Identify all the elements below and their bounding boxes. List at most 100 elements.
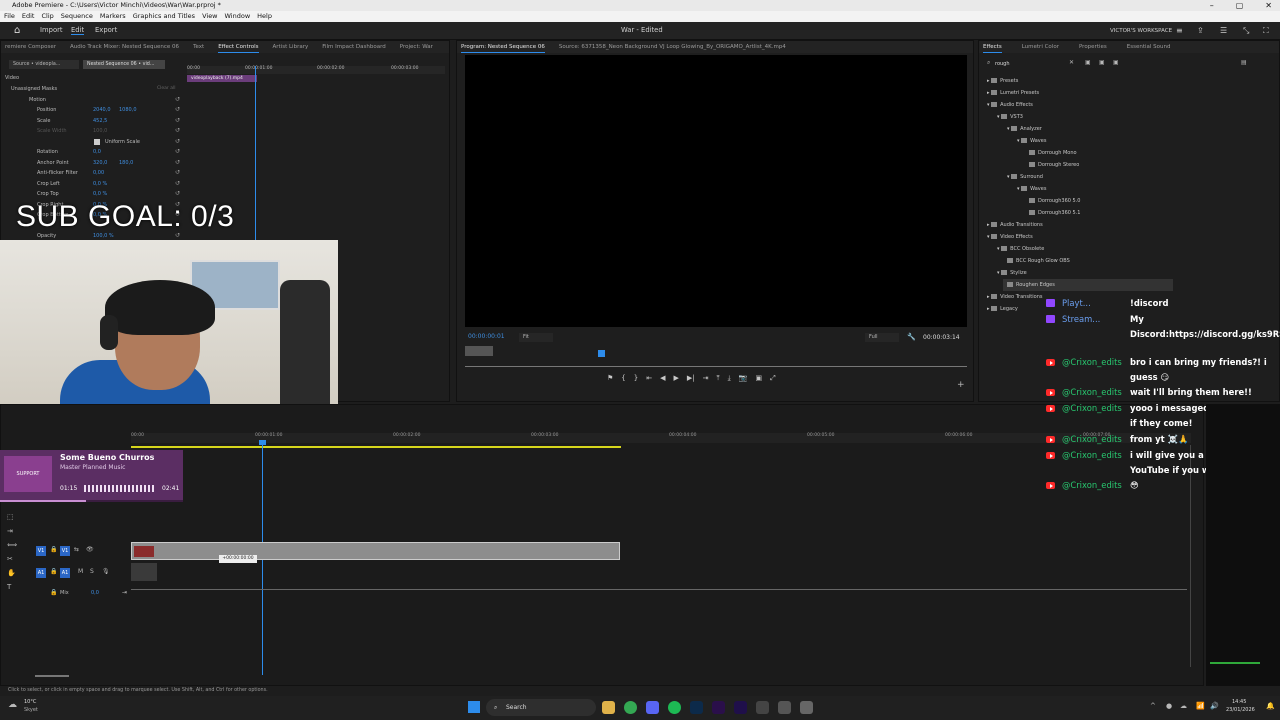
- playhead-handle[interactable]: [259, 440, 266, 445]
- mute-icon[interactable]: M: [78, 568, 83, 575]
- prop-value[interactable]: 320,0: [93, 158, 107, 168]
- zoom-scrollbar[interactable]: [35, 675, 69, 677]
- program-playhead[interactable]: [598, 350, 605, 357]
- track-target-a1[interactable]: A1: [36, 568, 46, 578]
- clear-all-button[interactable]: Clear all: [157, 86, 175, 91]
- quality-dropdown[interactable]: Full: [865, 333, 899, 342]
- step-forward-icon[interactable]: ▶|: [687, 374, 695, 383]
- yuv-icon[interactable]: ▣: [1113, 59, 1119, 66]
- prop-value[interactable]: 1080,0: [119, 105, 137, 115]
- sequence-selector[interactable]: Nested Sequence 06 • vid...: [83, 60, 165, 69]
- tab-source[interactable]: Source: 6371358_Neon Background VJ Loop …: [559, 41, 786, 53]
- tree-item-vst3[interactable]: ▾ VST3: [997, 111, 1023, 123]
- tree-item-presets[interactable]: ▸ Presets: [987, 75, 1018, 87]
- tab-artist-library[interactable]: Artist Library: [273, 41, 309, 53]
- after-effects-icon[interactable]: [734, 701, 747, 714]
- maximize-button[interactable]: ▢: [1236, 0, 1244, 11]
- prop-crop-top[interactable]: Crop Top 0,0 % ↺: [11, 189, 181, 199]
- reset-icon[interactable]: ↺: [175, 158, 180, 168]
- workspaces-icon[interactable]: ≡: [1176, 26, 1183, 35]
- type-tool-icon[interactable]: T: [7, 583, 17, 591]
- track-label-v1[interactable]: V1: [60, 546, 70, 556]
- tab-project[interactable]: Project: War: [400, 41, 433, 53]
- hand-tool-icon[interactable]: ✋: [7, 569, 17, 577]
- selection-tool-icon[interactable]: ⬚: [7, 513, 17, 521]
- photoshop-icon[interactable]: [690, 701, 703, 714]
- mix-value[interactable]: 0,0: [91, 590, 99, 596]
- prop-value[interactable]: 452,5: [93, 116, 107, 126]
- track-target-v1[interactable]: V1: [36, 546, 46, 556]
- uniform-scale-checkbox[interactable]: [94, 139, 100, 145]
- tree-item-dorrough-stereo[interactable]: Dorrough Stereo: [1029, 159, 1079, 171]
- tray-app-icon[interactable]: ●: [1166, 702, 1172, 710]
- reset-icon[interactable]: ↺: [175, 126, 180, 136]
- wifi-icon[interactable]: 📶: [1196, 702, 1205, 710]
- tree-item-bcc-obsolete[interactable]: ▾ BCC Obsolete: [997, 243, 1044, 255]
- reset-icon[interactable]: ↺: [175, 168, 180, 178]
- prop-value[interactable]: 0,0: [93, 147, 101, 157]
- work-area-bar[interactable]: [131, 446, 621, 448]
- app-icon[interactable]: [778, 701, 791, 714]
- menu-window[interactable]: Window: [225, 11, 251, 22]
- tab-lumetri-color[interactable]: Lumetri Color: [1022, 41, 1059, 53]
- new-bin-icon[interactable]: ▤: [1241, 59, 1247, 66]
- tree-item-dorrough360-50[interactable]: Dorrough360 5.0: [1029, 195, 1080, 207]
- program-scrubber[interactable]: [465, 366, 967, 367]
- prop-value[interactable]: 180,0: [119, 158, 133, 168]
- go-to-in-icon[interactable]: ⇤: [646, 374, 652, 383]
- prop-rotation[interactable]: Rotation 0,0 ↺: [11, 147, 181, 157]
- export-frame-icon[interactable]: ⤢: [770, 374, 776, 383]
- prop-value[interactable]: 0,0 %: [93, 179, 107, 189]
- timeline-ruler[interactable]: 00:00 00:00:01:00 00:00:02:00 00:00:03:0…: [131, 433, 1191, 443]
- tree-item-audio-transitions[interactable]: ▸ Audio Transitions: [987, 219, 1043, 231]
- solo-icon[interactable]: S: [90, 568, 94, 575]
- fit-dropdown[interactable]: Fit: [519, 333, 553, 342]
- reset-icon[interactable]: ↺: [175, 179, 180, 189]
- program-timecode[interactable]: 00:00:00:01: [468, 333, 505, 340]
- workspace-name[interactable]: VICTOR'S WORKSPACE: [1110, 28, 1172, 34]
- wrench-icon[interactable]: 🔧: [907, 333, 916, 341]
- close-button[interactable]: ✕: [1265, 0, 1272, 11]
- prop-value[interactable]: 2040,0: [93, 105, 111, 115]
- prop-crop-left[interactable]: Crop Left 0,0 % ↺: [11, 179, 181, 189]
- compare-icon[interactable]: ▣: [755, 374, 762, 383]
- minimize-button[interactable]: –: [1210, 0, 1214, 11]
- tree-item-video-transitions[interactable]: ▸ Video Transitions: [987, 291, 1043, 303]
- menu-sequence[interactable]: Sequence: [61, 11, 93, 22]
- tree-item-bcc-rough-glow[interactable]: BCC Rough Glow OBS: [1007, 255, 1070, 267]
- effect-ruler[interactable]: 00:00 00:00:01:00 00:00:02:00 00:00:03:0…: [187, 66, 445, 74]
- accelerated-icon[interactable]: ▣: [1085, 59, 1091, 66]
- settings-icon[interactable]: [756, 701, 769, 714]
- menu-view[interactable]: View: [202, 11, 217, 22]
- clear-search-icon[interactable]: ✕: [1069, 59, 1074, 66]
- tree-item-lumetri-presets[interactable]: ▸ Lumetri Presets: [987, 87, 1039, 99]
- tab-text[interactable]: Text: [193, 41, 204, 53]
- add-button-icon[interactable]: +: [957, 380, 965, 390]
- menu-edit[interactable]: Edit: [22, 11, 35, 22]
- reset-icon[interactable]: ↺: [175, 116, 180, 126]
- tab-program[interactable]: Program: Nested Sequence 06: [461, 41, 545, 53]
- razor-tool-icon[interactable]: ✂: [7, 555, 17, 563]
- tab-essential-sound[interactable]: Essential Sound: [1127, 41, 1171, 53]
- taskbar-search[interactable]: ⌕ Search: [486, 699, 596, 716]
- tab-export[interactable]: Export: [95, 26, 117, 34]
- tab-effect-controls[interactable]: Effect Controls: [218, 41, 259, 53]
- prop-motion[interactable]: Motion ↺: [11, 95, 181, 105]
- reset-icon[interactable]: ↺: [175, 95, 180, 105]
- volume-icon[interactable]: 🔊: [1210, 702, 1219, 710]
- prop-uniform-scale[interactable]: Uniform Scale ↺: [11, 137, 181, 147]
- tree-item-roughen-edges[interactable]: Roughen Edges: [1003, 279, 1173, 291]
- mic-icon[interactable]: 🎙: [102, 568, 110, 575]
- clock-time[interactable]: 14:45: [1232, 699, 1246, 705]
- eye-icon[interactable]: 👁: [86, 546, 94, 553]
- menu-markers[interactable]: Markers: [100, 11, 126, 22]
- mini-timeline-zoom[interactable]: [465, 346, 493, 356]
- step-back-icon[interactable]: ◀: [660, 374, 665, 383]
- home-icon[interactable]: ⌂: [14, 25, 20, 36]
- discord-icon[interactable]: [646, 701, 659, 714]
- source-selector[interactable]: Source • videopla...: [9, 60, 79, 69]
- reset-icon[interactable]: ↺: [175, 105, 180, 115]
- go-to-end-icon[interactable]: ⇥: [122, 589, 127, 596]
- obs-icon[interactable]: [800, 701, 813, 714]
- mark-out-icon[interactable]: }: [634, 374, 638, 383]
